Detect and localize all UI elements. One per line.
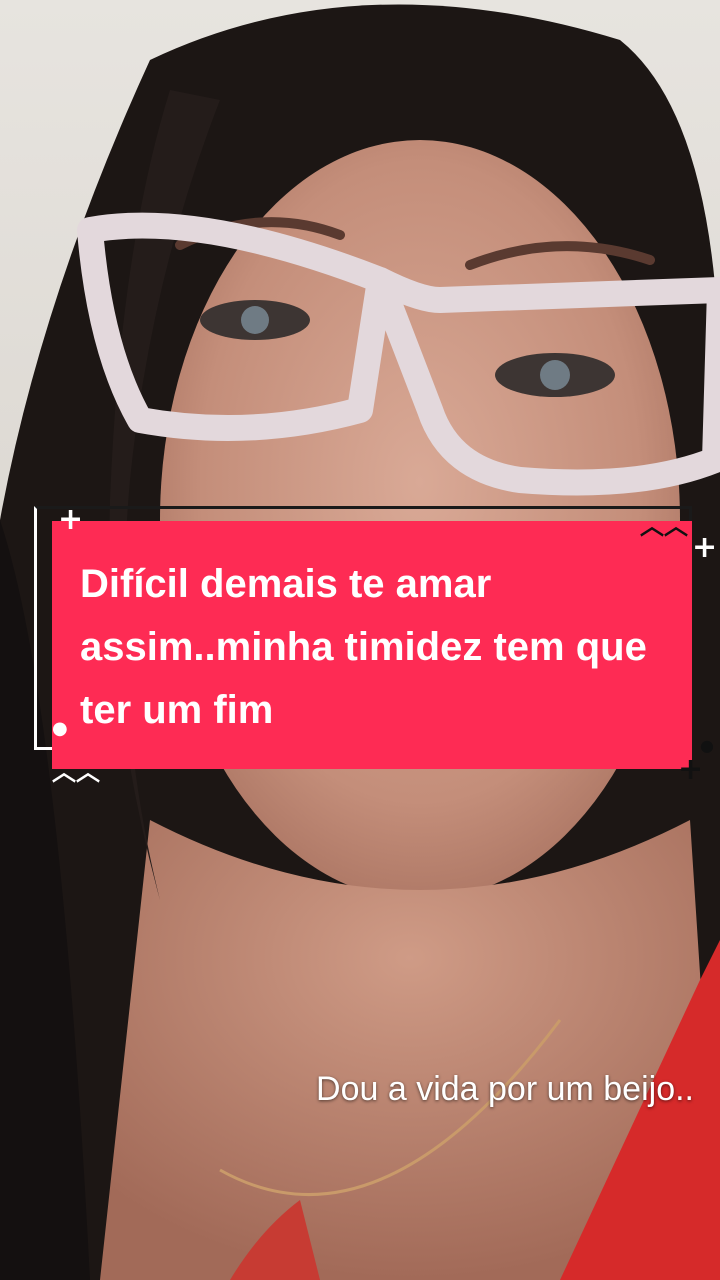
- plus-sparkle-icon: +: [692, 530, 718, 565]
- dot-icon: ●: [52, 718, 68, 739]
- caption-text: Difícil demais te amar assim..minha timi…: [80, 562, 647, 732]
- plus-sparkle-icon: +: [58, 502, 84, 537]
- zigzag-icon: ︿︿: [640, 512, 688, 540]
- dot-icon: ●: [700, 736, 714, 755]
- zigzag-icon: ︿︿: [52, 758, 100, 786]
- plus-sparkle-icon: +: [678, 752, 704, 787]
- subtitle-text: Dou a vida por um beijo..: [316, 1070, 694, 1108]
